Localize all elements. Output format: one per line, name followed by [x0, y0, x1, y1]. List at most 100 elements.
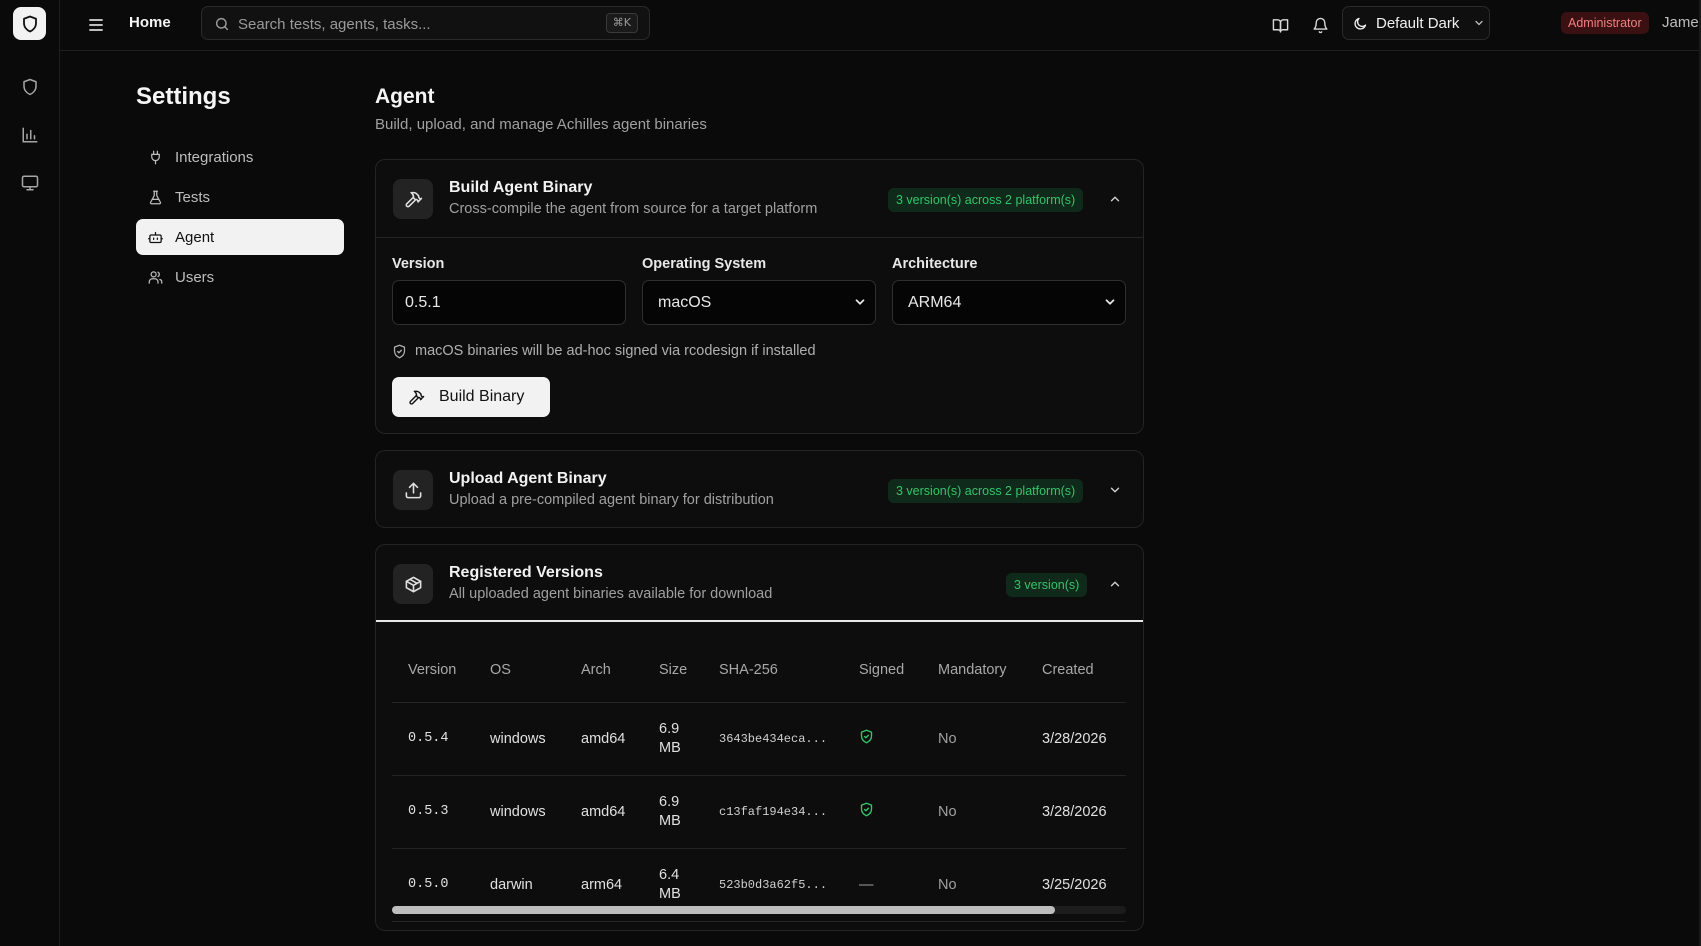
cell-arch: amd64	[565, 702, 643, 776]
bot-icon	[148, 231, 163, 243]
table-horizontal-scrollbar[interactable]	[392, 906, 1126, 914]
search-icon	[215, 17, 229, 31]
settings-nav-integrations[interactable]: Integrations	[136, 139, 344, 175]
page-title: Agent	[375, 85, 435, 108]
collapse-versions-card-button[interactable]	[1103, 572, 1127, 596]
upload-icon	[405, 482, 421, 498]
os-select[interactable]: macOS	[642, 280, 876, 325]
chevron-down-icon	[1473, 17, 1485, 29]
cell-signed	[843, 702, 922, 776]
user-name[interactable]: James	[1662, 14, 1701, 31]
upload-card-header[interactable]: Upload Agent Binary Upload a pre-compile…	[376, 451, 1143, 527]
settings-nav-label: Users	[175, 268, 215, 286]
build-form: Version Operating System macOS Architect…	[376, 238, 1143, 433]
col-sha[interactable]: SHA-256	[703, 638, 843, 703]
menu-toggle-button[interactable]	[83, 12, 109, 38]
registered-versions-card: Registered Versions All uploaded agent b…	[375, 544, 1144, 931]
upload-card-icon	[393, 470, 433, 510]
col-signed[interactable]: Signed	[843, 638, 922, 703]
chevron-up-icon	[1110, 581, 1120, 587]
build-binary-label: Build Binary	[439, 388, 525, 405]
notifications-button[interactable]	[1307, 12, 1333, 38]
collapse-build-card-button[interactable]	[1103, 187, 1127, 211]
hammer-icon	[405, 191, 422, 207]
rail-analytics-button[interactable]	[14, 119, 46, 151]
arch-select[interactable]: ARM64	[892, 280, 1126, 325]
settings-title: Settings	[136, 83, 231, 110]
cell-created: 3/28/2026	[1026, 775, 1126, 849]
table-row[interactable]: 0.5.3 windows amd64 6.9 MB c13faf194e34.…	[392, 775, 1126, 849]
signing-hint: macOS binaries will be ad-hoc signed via…	[392, 343, 816, 359]
chevron-down-icon	[1103, 295, 1117, 309]
upload-card-description: Upload a pre-compiled agent binary for d…	[449, 492, 774, 508]
build-card-header[interactable]: Build Agent Binary Cross-compile the age…	[376, 160, 1143, 237]
upload-agent-card: Upload Agent Binary Upload a pre-compile…	[375, 450, 1144, 528]
users-icon	[148, 270, 163, 284]
page-subtitle: Build, upload, and manage Achilles agent…	[375, 116, 707, 133]
cell-size: 6.9 MB	[643, 775, 703, 849]
cell-version: 0.5.3	[392, 775, 474, 849]
versions-card-description: All uploaded agent binaries available fo…	[449, 586, 773, 602]
docs-button[interactable]	[1267, 12, 1293, 38]
cell-os: windows	[474, 702, 565, 776]
settings-nav: Integrations Tests Agent Users	[136, 139, 344, 299]
build-card-title: Build Agent Binary	[449, 179, 593, 196]
chevron-down-icon	[1110, 487, 1120, 493]
build-card-description: Cross-compile the agent from source for …	[449, 201, 818, 217]
theme-selector[interactable]: Default Dark	[1342, 6, 1490, 40]
moon-icon	[1354, 17, 1367, 30]
versions-card-title: Registered Versions	[449, 564, 603, 581]
hamburger-icon	[89, 19, 103, 31]
build-binary-button[interactable]: Build Binary	[392, 377, 550, 417]
bar-chart-icon	[22, 127, 38, 143]
shield-logo-icon	[22, 15, 37, 32]
home-link[interactable]: Home	[129, 14, 171, 31]
expand-upload-card-button[interactable]	[1103, 478, 1127, 502]
package-icon	[405, 576, 421, 592]
versions-table: Version OS Arch Size SHA-256 Signed Mand…	[392, 638, 1126, 922]
global-search[interactable]: ⌘K	[201, 6, 650, 40]
versions-card-icon	[393, 564, 433, 604]
table-row[interactable]: 0.5.4 windows amd64 6.9 MB 3643be434eca.…	[392, 702, 1126, 776]
settings-nav-tests[interactable]: Tests	[136, 179, 344, 215]
search-input[interactable]	[238, 13, 568, 35]
cell-version: 0.5.4	[392, 702, 474, 776]
col-mandatory[interactable]: Mandatory	[922, 638, 1026, 703]
theme-label: Default Dark	[1376, 14, 1460, 32]
cell-os: windows	[474, 775, 565, 849]
col-created[interactable]: Created	[1026, 638, 1126, 703]
rail-shield-button[interactable]	[14, 71, 46, 103]
settings-nav-users[interactable]: Users	[136, 259, 344, 295]
scrollbar-thumb[interactable]	[392, 906, 1055, 914]
shield-check-icon	[860, 729, 873, 744]
settings-nav-label: Agent	[175, 228, 215, 246]
versions-table-wrapper: Version OS Arch Size SHA-256 Signed Mand…	[392, 638, 1126, 922]
shield-icon	[23, 78, 37, 96]
build-card-badge: 3 version(s) across 2 platform(s)	[888, 188, 1084, 212]
settings-nav-agent[interactable]: Agent	[136, 219, 344, 255]
col-size[interactable]: Size	[643, 638, 703, 703]
col-version[interactable]: Version	[392, 638, 474, 703]
icon-rail	[0, 0, 60, 946]
settings-nav-label: Tests	[175, 188, 211, 206]
cell-size: 6.9 MB	[643, 702, 703, 776]
arch-selected-value: ARM64	[908, 293, 962, 311]
versions-card-header[interactable]: Registered Versions All uploaded agent b…	[376, 545, 1143, 622]
shield-check-icon	[393, 344, 406, 358]
cell-sha: 3643be434eca...	[703, 702, 843, 776]
rail-monitor-button[interactable]	[14, 167, 46, 199]
bell-icon	[1312, 17, 1328, 33]
version-label: Version	[392, 256, 445, 272]
flask-icon	[149, 190, 162, 204]
cell-sha: c13faf194e34...	[703, 775, 843, 849]
upload-card-badge: 3 version(s) across 2 platform(s)	[888, 479, 1084, 503]
app-logo[interactable]	[13, 7, 46, 40]
chevron-up-icon	[1110, 196, 1120, 202]
top-bar: Home ⌘K Default Dark Administrator James	[60, 0, 1701, 51]
col-os[interactable]: OS	[474, 638, 565, 703]
version-field[interactable]	[392, 280, 626, 325]
cell-mandatory: No	[922, 775, 1026, 849]
build-card-icon	[393, 179, 433, 219]
col-arch[interactable]: Arch	[565, 638, 643, 703]
book-open-icon	[1272, 18, 1288, 33]
